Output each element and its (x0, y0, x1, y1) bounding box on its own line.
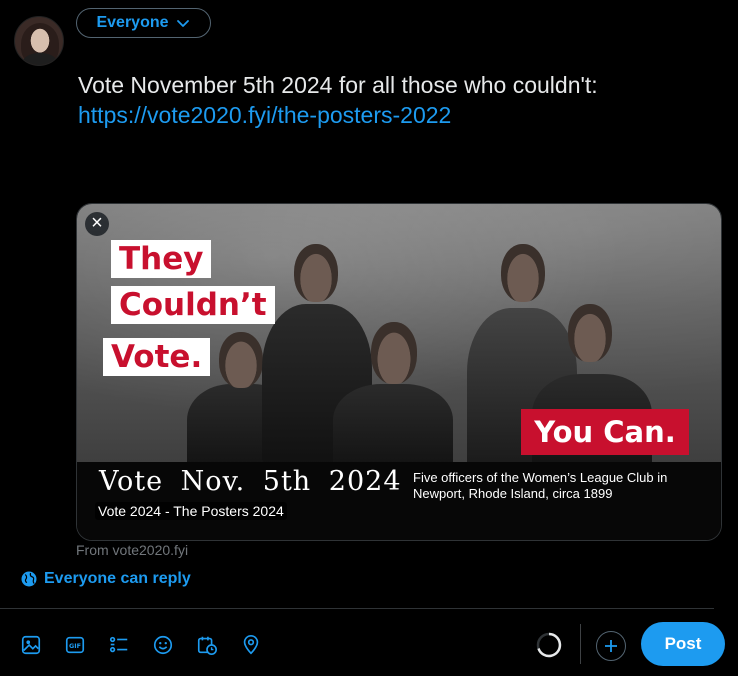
post-link[interactable]: https://vote2020.fyi/the-posters-2022 (78, 100, 718, 130)
poster-caption-line-2: Newport, Rhode Island, circa 1899 (413, 486, 613, 501)
plus-icon (605, 640, 617, 652)
svg-text:GIF: GIF (69, 642, 81, 650)
audience-selector-button[interactable]: Everyone (76, 8, 211, 38)
compose-post-panel: Everyone Vote November 5th 2024 for all … (0, 0, 738, 676)
gif-icon: GIF (65, 636, 85, 654)
remove-card-button[interactable]: × (85, 212, 109, 236)
poster-text-vote: Vote. (103, 338, 211, 376)
location-icon (243, 635, 259, 655)
poster-photo-caption: Five officers of the Women’s League Club… (413, 470, 693, 502)
add-gif-button[interactable]: GIF (58, 628, 92, 662)
poster-vote-date: Vote Nov. 5th 2024 (99, 466, 402, 497)
chevron-down-icon (176, 20, 189, 27)
globe-icon (21, 571, 37, 587)
reply-setting-button[interactable]: Everyone can reply (20, 568, 191, 590)
composer-toolbar: GIF (14, 628, 268, 662)
add-location-button[interactable] (234, 628, 268, 662)
close-icon: × (91, 212, 103, 234)
post-text-editor[interactable]: Vote November 5th 2024 for all those who… (78, 70, 718, 130)
link-preview-card[interactable]: They Couldn’t Vote. You Can. Vote Nov. 5… (76, 203, 722, 541)
poster-text-couldnt: Couldn’t (111, 286, 275, 324)
character-count-ring (536, 632, 562, 658)
poster-text-you-can: You Can. (521, 409, 689, 455)
audience-label: Everyone (96, 14, 169, 31)
image-icon (21, 635, 41, 655)
schedule-icon (197, 636, 217, 655)
emoji-icon (153, 635, 173, 655)
add-poll-button[interactable] (102, 628, 136, 662)
reply-setting-label: Everyone can reply (44, 570, 191, 587)
card-source: From vote2020.fyi (76, 542, 189, 558)
divider (0, 608, 714, 609)
toolbar-separator (580, 624, 581, 664)
avatar[interactable] (14, 16, 64, 66)
add-post-button[interactable] (596, 631, 626, 661)
post-text: Vote November 5th 2024 for all those who… (78, 72, 598, 98)
poster-caption-line-1: Five officers of the Women’s League Club… (413, 470, 668, 485)
poll-icon (109, 636, 128, 653)
card-title: Vote 2024 - The Posters 2024 (95, 502, 287, 520)
poster-text-they: They (111, 240, 212, 278)
schedule-post-button[interactable] (190, 628, 224, 662)
add-media-button[interactable] (14, 628, 48, 662)
poster-image: They Couldn’t Vote. You Can. (77, 204, 721, 462)
post-button[interactable]: Post (641, 622, 725, 666)
add-emoji-button[interactable] (146, 628, 180, 662)
